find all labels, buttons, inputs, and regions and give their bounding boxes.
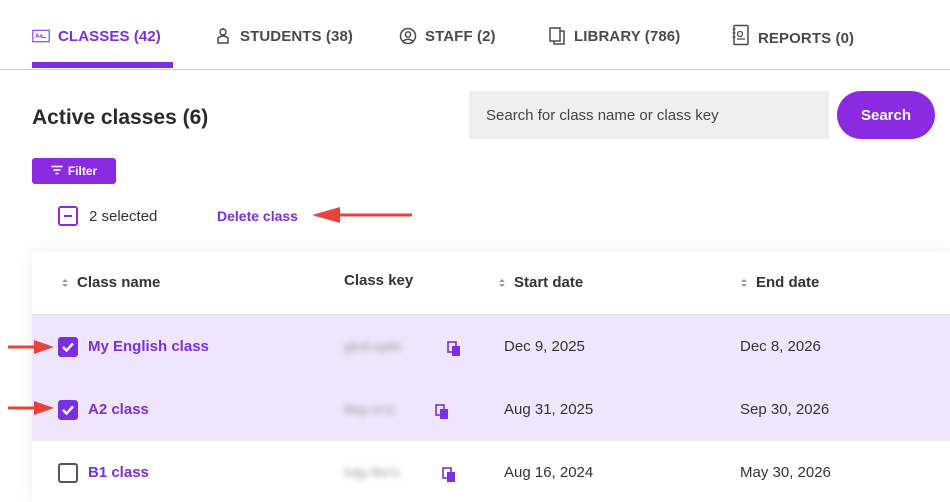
start-date: Aug 16, 2024 [504,464,594,481]
annotation-arrow-row-2 [8,401,54,415]
tab-staff[interactable]: STAFF (2) [399,27,496,68]
table-row: A2 class fdqy-zr1t Aug 31, 2025 Sep 30, … [32,378,950,441]
column-class-name[interactable]: Class name [62,274,160,291]
tab-bar: Aa CLASSES (42) STUDENTS (38) STAFF (2) … [0,0,950,70]
search-button[interactable]: Search [837,91,935,139]
end-date: Sep 30, 2026 [740,401,830,418]
start-date: Dec 9, 2025 [504,338,585,355]
library-icon [548,27,566,45]
tab-label: CLASSES (42) [58,28,161,45]
row-checkbox[interactable] [58,463,78,483]
filter-icon [51,164,63,178]
tab-library[interactable]: LIBRARY (786) [548,27,681,68]
tab-label: STAFF (2) [425,28,496,45]
table-row: B1 class hdjy-fbt7c Aug 16, 2024 May 30,… [32,441,950,502]
page-title: Active classes (6) [32,106,209,129]
row-checkbox[interactable] [58,400,78,420]
delete-class-button[interactable]: Delete class [217,208,298,224]
row-checkbox[interactable] [58,337,78,357]
annotation-arrow-row-1 [8,340,54,354]
column-start-date[interactable]: Start date [499,274,583,291]
tab-reports[interactable]: REPORTS (0) [732,24,855,70]
tab-label: LIBRARY (786) [574,28,681,45]
sort-icon [499,278,505,287]
classes-icon: Aa [32,27,50,45]
table-header: Class name Class key Start date End date [32,252,950,315]
copy-icon[interactable] [447,341,461,357]
class-name-link[interactable]: My English class [88,338,209,355]
reports-icon [732,24,750,46]
end-date: May 30, 2026 [740,464,831,481]
filter-button[interactable]: Filter [32,158,116,184]
column-class-key: Class key [344,272,414,289]
search-input[interactable] [469,91,829,139]
end-date: Dec 8, 2026 [740,338,821,355]
column-end-date[interactable]: End date [741,274,819,291]
student-icon [214,27,232,45]
class-key: gfnd-xpbh [344,339,402,354]
table-row: My English class gfnd-xpbh Dec 9, 2025 D… [32,315,950,378]
class-name-link[interactable]: A2 class [88,401,149,418]
copy-icon[interactable] [435,404,449,420]
active-tab-indicator [32,62,173,68]
sort-icon [741,278,747,287]
filter-label: Filter [67,164,98,178]
staff-icon [399,27,417,45]
svg-text:Aa: Aa [35,34,43,40]
tab-students[interactable]: STUDENTS (38) [214,28,353,68]
checkmark-icon [62,342,74,353]
annotation-arrow-delete [312,207,412,223]
class-key: fdqy-zr1t [344,402,395,417]
tab-label: STUDENTS (38) [240,28,353,45]
class-key: hdjy-fbt7c [344,465,401,480]
select-all-checkbox[interactable] [58,206,78,226]
copy-icon[interactable] [442,467,456,483]
checkmark-icon [62,405,74,416]
classes-table: Class name Class key Start date End date… [32,252,950,502]
selected-count: 2 selected [89,208,158,225]
start-date: Aug 31, 2025 [504,401,594,418]
tab-label: REPORTS (0) [758,30,855,47]
sort-icon [62,278,68,287]
class-name-link[interactable]: B1 class [88,464,149,481]
